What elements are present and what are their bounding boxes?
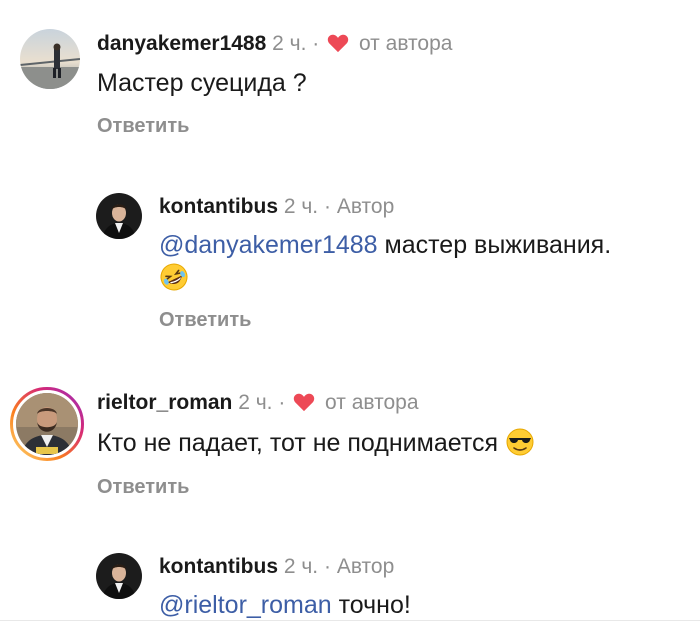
avatar[interactable] <box>96 193 142 239</box>
reply-button[interactable]: Ответить <box>159 309 251 332</box>
username[interactable]: danyakemer1488 <box>97 32 266 55</box>
author-badge: Автор <box>336 195 395 218</box>
comment-meta: kontantibus 2 ч. · Автор <box>159 195 394 219</box>
separator: · <box>323 195 331 218</box>
timestamp: 2 ч. <box>283 555 319 578</box>
comment-text: Кто не падает, тот не поднимается <box>97 427 535 464</box>
reply-button[interactable]: Ответить <box>97 115 189 138</box>
comment-text: Мастер суецида ? <box>97 69 307 97</box>
avatar[interactable] <box>96 553 142 599</box>
username[interactable]: rieltor_roman <box>97 391 232 414</box>
comment-body: Кто не падает, тот не поднимается <box>97 429 499 457</box>
smiling-face-with-sunglasses-emoji <box>505 427 535 464</box>
timestamp: 2 ч. <box>238 391 273 414</box>
author-badge: Автор <box>336 555 395 578</box>
avatar-story-ring[interactable] <box>10 387 84 461</box>
comment-meta: danyakemer1488 2 ч. · от автора <box>97 32 452 59</box>
avatar[interactable] <box>20 29 80 89</box>
separator: · <box>312 32 320 55</box>
comment-meta: kontantibus 2 ч. · Автор <box>159 555 394 579</box>
username[interactable]: kontantibus <box>159 555 278 578</box>
comment-body: мастер выживания. <box>384 231 612 259</box>
comment-text: @rieltor_roman точно! <box>159 591 411 620</box>
heart-icon <box>327 33 349 59</box>
timestamp: 2 ч. <box>283 195 319 218</box>
separator: · <box>278 391 286 414</box>
divider <box>0 620 700 621</box>
mention-link[interactable]: @danyakemer1488 <box>159 231 378 259</box>
heart-icon <box>293 392 315 418</box>
reply-button[interactable]: Ответить <box>97 476 189 499</box>
mention-link[interactable]: @rieltor_roman <box>159 591 332 619</box>
timestamp: 2 ч. <box>272 32 307 55</box>
comment-text: @danyakemer1488 мастер выживания. <box>159 231 611 260</box>
comment-body: точно! <box>338 591 411 619</box>
rolling-on-floor-laughing-emoji <box>159 262 189 297</box>
liked-by-author-label: от автора <box>325 391 419 414</box>
comment-meta: rieltor_roman 2 ч. · от автора <box>97 391 419 418</box>
username[interactable]: kontantibus <box>159 195 278 218</box>
separator: · <box>323 555 331 578</box>
liked-by-author-label: от автора <box>358 32 453 55</box>
